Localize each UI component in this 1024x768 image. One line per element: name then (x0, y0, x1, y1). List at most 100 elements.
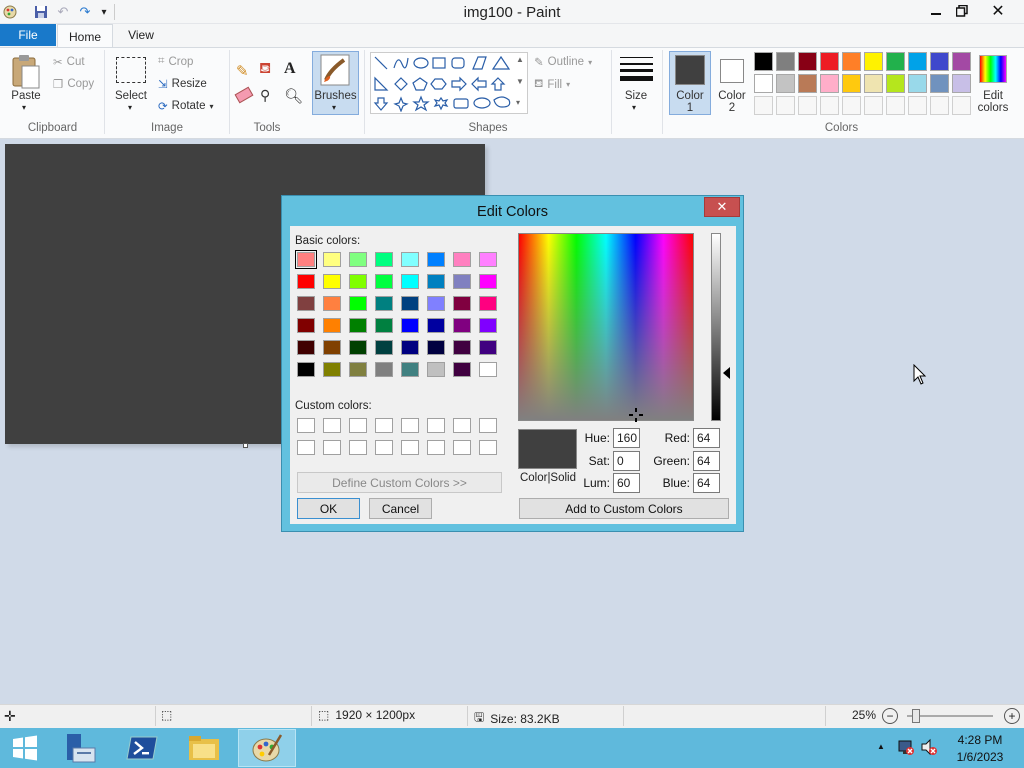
basic-color-swatch[interactable] (427, 362, 445, 377)
palette-color-swatch[interactable] (930, 74, 949, 93)
basic-color-swatch[interactable] (479, 362, 497, 377)
custom-color-swatch[interactable] (453, 440, 471, 455)
custom-color-swatch[interactable] (427, 440, 445, 455)
custom-color-swatch[interactable] (453, 418, 471, 433)
basic-color-swatch[interactable] (427, 340, 445, 355)
basic-color-swatch[interactable] (297, 274, 315, 289)
edit-colors-label-2[interactable]: colors (972, 102, 1014, 114)
red-field[interactable]: 64 (693, 428, 720, 448)
custom-color-swatch[interactable] (297, 440, 315, 455)
custom-color-swatch[interactable] (401, 440, 419, 455)
basic-color-swatch[interactable] (479, 340, 497, 355)
palette-color-swatch[interactable] (776, 52, 795, 71)
palette-empty-swatch[interactable] (930, 96, 949, 115)
palette-color-swatch[interactable] (820, 52, 839, 71)
copy-button[interactable]: ❐ Copy (53, 77, 94, 91)
basic-color-swatch[interactable] (349, 252, 367, 267)
palette-color-swatch[interactable] (908, 52, 927, 71)
basic-color-swatch[interactable] (453, 318, 471, 333)
crop-button[interactable]: ⌗ Crop (158, 55, 193, 68)
server-manager-taskbar-icon[interactable] (58, 729, 102, 767)
palette-color-swatch[interactable] (842, 52, 861, 71)
basic-color-swatch[interactable] (479, 252, 497, 267)
define-custom-colors-button[interactable]: Define Custom Colors >> (297, 472, 502, 493)
palette-color-swatch[interactable] (930, 52, 949, 71)
palette-color-swatch[interactable] (776, 74, 795, 93)
tab-home[interactable]: Home (57, 24, 113, 48)
basic-color-swatch[interactable] (479, 296, 497, 311)
basic-color-swatch[interactable] (323, 274, 341, 289)
powershell-taskbar-icon[interactable] (120, 729, 164, 767)
green-field[interactable]: 64 (693, 451, 720, 471)
palette-color-swatch[interactable] (820, 74, 839, 93)
zoom-in-button[interactable]: + (1004, 708, 1020, 724)
basic-color-swatch[interactable] (479, 274, 497, 289)
tab-view[interactable]: View (115, 24, 167, 46)
paste-icon[interactable] (10, 54, 42, 90)
palette-color-swatch[interactable] (908, 74, 927, 93)
ok-button[interactable]: OK (297, 498, 360, 519)
basic-color-swatch[interactable] (349, 318, 367, 333)
palette-color-swatch[interactable] (952, 74, 971, 93)
palette-color-swatch[interactable] (754, 74, 773, 93)
shapes-expand-icon[interactable]: ▾ (516, 98, 520, 107)
palette-empty-swatch[interactable] (886, 96, 905, 115)
basic-color-swatch[interactable] (297, 296, 315, 311)
basic-color-swatch[interactable] (349, 274, 367, 289)
color2-swatch[interactable] (720, 59, 744, 83)
shapes-scroll-down-icon[interactable]: ▼ (516, 77, 524, 86)
palette-color-swatch[interactable] (886, 74, 905, 93)
custom-color-swatch[interactable] (323, 418, 341, 433)
select-icon[interactable] (116, 57, 146, 83)
rotate-button[interactable]: ⟳ Rotate ▾ (158, 99, 214, 113)
select-dropdown-icon[interactable]: ▾ (128, 103, 132, 112)
custom-color-swatch[interactable] (323, 440, 341, 455)
sat-field[interactable]: 0 (613, 451, 640, 471)
basic-color-swatch[interactable] (453, 362, 471, 377)
color2-label[interactable]: Color (713, 90, 751, 102)
palette-color-swatch[interactable] (886, 52, 905, 71)
custom-color-swatch[interactable] (375, 418, 393, 433)
size-icon[interactable] (620, 56, 653, 82)
basic-color-swatch[interactable] (401, 296, 419, 311)
edit-colors-label[interactable]: Edit (972, 90, 1014, 102)
lum-field[interactable]: 60 (613, 473, 640, 493)
resize-button[interactable]: ⇲ Resize (158, 77, 207, 91)
paint-taskbar-button[interactable] (238, 729, 296, 767)
custom-color-swatch[interactable] (401, 418, 419, 433)
palette-color-swatch[interactable] (864, 52, 883, 71)
basic-color-swatch[interactable] (323, 252, 341, 267)
show-hidden-icons-button[interactable]: ▲ (877, 742, 885, 751)
size-dropdown-icon[interactable]: ▾ (632, 103, 636, 112)
basic-color-swatch[interactable] (375, 340, 393, 355)
basic-color-swatch[interactable] (297, 318, 315, 333)
palette-empty-swatch[interactable] (798, 96, 817, 115)
basic-color-swatch[interactable] (323, 318, 341, 333)
basic-color-swatch[interactable] (295, 250, 317, 269)
color-spectrum[interactable] (518, 233, 694, 421)
custom-color-swatch[interactable] (297, 418, 315, 433)
palette-empty-swatch[interactable] (776, 96, 795, 115)
basic-color-swatch[interactable] (375, 296, 393, 311)
palette-color-swatch[interactable] (952, 52, 971, 71)
basic-color-swatch[interactable] (427, 252, 445, 267)
restore-button[interactable] (944, 0, 980, 22)
clock-time[interactable]: 4:28 PM (944, 733, 1016, 747)
tab-file[interactable]: File (0, 24, 56, 46)
palette-empty-swatch[interactable] (842, 96, 861, 115)
palette-color-swatch[interactable] (798, 52, 817, 71)
basic-color-swatch[interactable] (427, 296, 445, 311)
basic-color-swatch[interactable] (349, 296, 367, 311)
color-picker-icon[interactable]: ⚲ (260, 87, 270, 104)
pencil-icon[interactable]: ✎ (236, 62, 249, 80)
brushes-dropdown-icon[interactable]: ▾ (332, 103, 336, 112)
luminance-pointer-icon[interactable] (723, 367, 730, 379)
palette-empty-swatch[interactable] (952, 96, 971, 115)
canvas-resize-handle-bottom[interactable] (243, 443, 248, 448)
custom-color-swatch[interactable] (427, 418, 445, 433)
palette-empty-swatch[interactable] (908, 96, 927, 115)
basic-color-swatch[interactable] (349, 340, 367, 355)
basic-color-swatch[interactable] (349, 362, 367, 377)
basic-color-swatch[interactable] (297, 362, 315, 377)
basic-color-swatch[interactable] (375, 252, 393, 267)
